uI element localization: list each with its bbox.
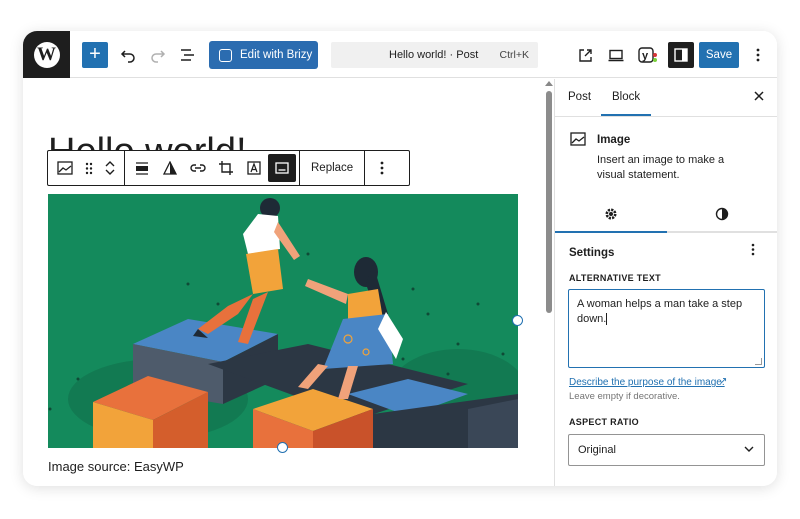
aspect-ratio-select[interactable]: Original: [568, 434, 765, 466]
crop-button[interactable]: [212, 154, 240, 182]
text-overlay-button[interactable]: [240, 154, 268, 182]
command-shortcut: Ctrl+K: [499, 49, 529, 61]
textarea-resize-handle[interactable]: [755, 358, 762, 365]
tab-post[interactable]: Post: [568, 91, 591, 103]
scroll-up-arrow[interactable]: [545, 81, 553, 86]
align-button[interactable]: [128, 154, 156, 182]
block-description: Insert an image to make a visual stateme…: [597, 154, 725, 181]
brizy-label: Edit with Brizy: [240, 49, 313, 61]
crop-icon: [219, 161, 233, 175]
editor-window: W + Edit with Brizy Hello world! · Post …: [23, 31, 777, 486]
image-caption[interactable]: Image source: EasyWP: [48, 459, 184, 474]
alt-text-hint: Leave empty if decorative.: [569, 391, 680, 402]
alt-text-help-link[interactable]: Describe the purpose of the image.: [569, 377, 725, 388]
yoast-icon: y: [638, 47, 657, 63]
styles-tab[interactable]: [715, 207, 729, 226]
block-options-button[interactable]: [368, 154, 396, 182]
view-post-button[interactable]: [572, 42, 598, 68]
image-block[interactable]: [48, 194, 518, 448]
edit-with-brizy-button[interactable]: Edit with Brizy: [209, 41, 318, 69]
canvas-scroll-thumb[interactable]: [546, 91, 552, 313]
close-sidebar-button[interactable]: [753, 89, 765, 107]
gear-icon: [605, 208, 617, 220]
redo-button[interactable]: [145, 42, 171, 68]
caption-icon: [275, 162, 289, 174]
external-link-icon: ↗: [719, 376, 728, 387]
image-tools-group: [125, 151, 300, 185]
more-vertical-icon: [380, 161, 384, 175]
resize-handle-right[interactable]: [512, 315, 523, 326]
settings-options-button[interactable]: [751, 243, 755, 259]
settings-sidebar: Post Block Image Insert an image to make…: [554, 79, 777, 486]
desktop-preview-icon: [608, 49, 624, 61]
editor-canvas[interactable]: Hello world!: [23, 79, 554, 486]
undo-icon: [120, 50, 135, 63]
link-button[interactable]: [184, 154, 212, 182]
aspect-ratio-label: ASPECT RATIO: [569, 417, 639, 427]
alt-text-field[interactable]: A woman helps a man take a step down.: [568, 289, 765, 368]
close-icon: [754, 91, 764, 101]
more-group: [365, 151, 399, 185]
chevron-down-icon: [744, 446, 754, 452]
active-tab-indicator: [601, 114, 651, 116]
options-menu-button[interactable]: [745, 42, 771, 68]
document-overview-button[interactable]: [175, 42, 201, 68]
align-icon: [136, 161, 148, 175]
resize-handle-bottom[interactable]: [277, 442, 288, 453]
tab-block[interactable]: Block: [612, 91, 640, 103]
command-palette[interactable]: Hello world! · Post Ctrl+K: [331, 42, 538, 68]
duotone-button[interactable]: [156, 154, 184, 182]
sidebar-icon: [674, 48, 688, 62]
active-subtab-indicator: [555, 231, 667, 233]
contrast-icon: [715, 207, 729, 221]
move-up-down-buttons[interactable]: [99, 154, 121, 182]
chevron-down-icon: [105, 169, 115, 175]
undo-button[interactable]: [115, 42, 141, 68]
sidebar-tabs: Post Block: [555, 79, 777, 117]
replace-button[interactable]: Replace: [303, 162, 361, 174]
block-type-button[interactable]: [51, 154, 79, 182]
link-icon: [190, 164, 206, 172]
yoast-seo-button[interactable]: y: [635, 42, 661, 68]
alt-text-label: ALTERNATIVE TEXT: [569, 273, 661, 283]
aspect-ratio-value: Original: [578, 444, 616, 456]
block-type-group: [48, 151, 125, 185]
more-vertical-icon: [756, 48, 760, 62]
settings-toggle-button[interactable]: [668, 42, 694, 68]
more-vertical-icon: [751, 243, 755, 256]
preview-button[interactable]: [603, 42, 629, 68]
settings-tab[interactable]: [604, 207, 618, 226]
text-caret: [606, 313, 608, 326]
drag-handle-icon: [85, 162, 93, 174]
chevron-up-icon: [105, 161, 115, 167]
wordpress-logo-button[interactable]: W: [23, 31, 70, 78]
replace-group: Replace: [300, 151, 366, 185]
text-overlay-icon: [247, 161, 261, 175]
image-icon: [57, 161, 73, 175]
block-toolbar: Replace: [47, 150, 410, 186]
block-inserter-button[interactable]: +: [82, 42, 108, 68]
illustration-image: [48, 194, 518, 448]
wordpress-logo-icon: W: [33, 41, 60, 68]
block-inspector-tabs: [555, 197, 777, 233]
caption-button[interactable]: [268, 154, 296, 182]
save-button[interactable]: Save: [699, 42, 739, 68]
alt-text-value: A woman helps a man take a step down.: [577, 298, 743, 325]
drag-handle[interactable]: [79, 154, 99, 182]
duotone-icon: [163, 161, 177, 175]
image-block-icon: [570, 132, 586, 151]
block-name: Image: [597, 134, 631, 146]
document-title: Hello world! · Post: [389, 49, 479, 61]
external-link-icon: [578, 48, 592, 62]
svg-text:y: y: [642, 50, 649, 62]
top-toolbar: W + Edit with Brizy Hello world! · Post …: [23, 31, 777, 78]
brizy-icon: [219, 48, 232, 62]
list-view-icon: [181, 49, 194, 61]
settings-panel-title[interactable]: Settings: [569, 247, 614, 259]
redo-icon: [151, 50, 166, 63]
